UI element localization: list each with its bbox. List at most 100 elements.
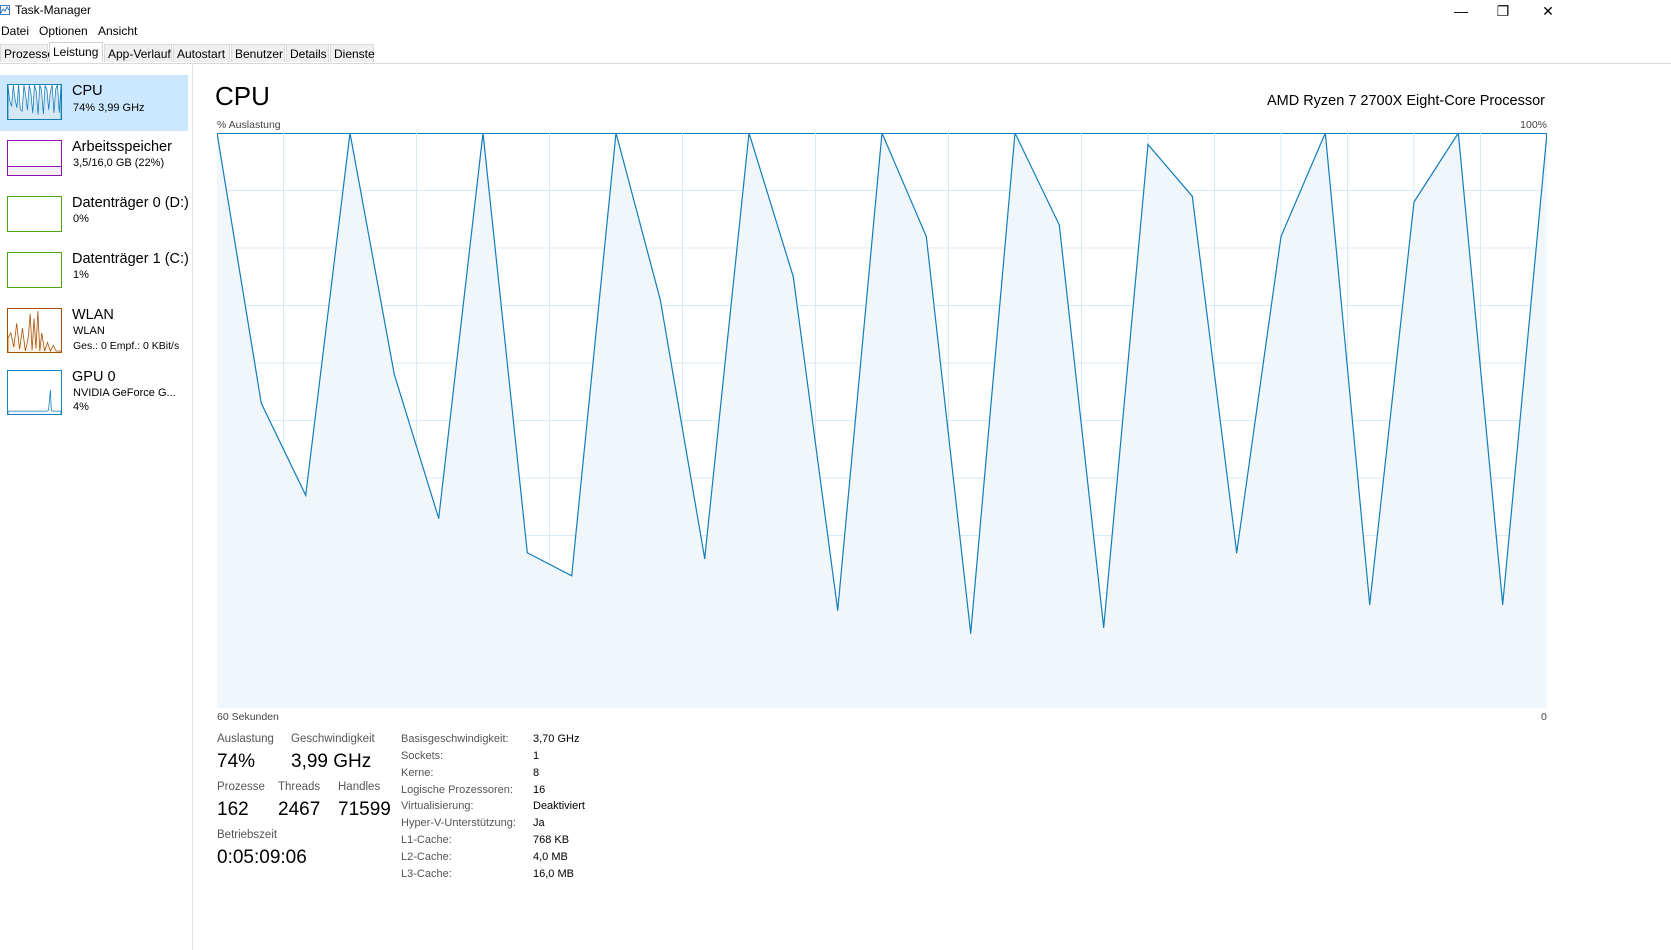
cpu-data-point bbox=[704, 557, 706, 560]
sidebar-item-wlan[interactable]: WLAN WLAN Ges.: 0 Empf.: 0 KBit/s bbox=[0, 300, 188, 362]
gpu-thumbnail-graph bbox=[7, 370, 62, 415]
sidebar-item-subtitle: 1% bbox=[73, 269, 89, 281]
sidebar-item-disk-0[interactable]: Datenträger 0 (D:) 0% bbox=[0, 188, 189, 244]
cpu-data-point bbox=[1413, 201, 1415, 203]
sidebar-item-gpu-0[interactable]: GPU 0 NVIDIA GeForce G... 4% bbox=[0, 362, 188, 422]
detail-value: 4,0 MB bbox=[533, 851, 568, 863]
sidebar-item-disk-1[interactable]: Datenträger 1 (C:) 1% bbox=[0, 244, 189, 300]
cpu-thumbnail-graph bbox=[7, 84, 62, 120]
graph-x-end-label: 0 bbox=[1541, 711, 1547, 723]
cpu-data-point bbox=[1280, 235, 1282, 238]
tab-benutzer[interactable]: Benutzer bbox=[231, 44, 285, 62]
detail-value: 8 bbox=[533, 767, 540, 779]
tab-dienste[interactable]: Dienste bbox=[330, 44, 375, 62]
cpu-data-point bbox=[1191, 195, 1193, 197]
wlan-thumbnail-graph bbox=[7, 308, 62, 353]
sidebar-item-utilization: 4% bbox=[73, 401, 89, 413]
sidebar-item-title: GPU 0 bbox=[72, 369, 116, 385]
tab-autostart[interactable]: Autostart bbox=[173, 44, 230, 62]
sidebar-item-subtitle: WLAN bbox=[73, 325, 105, 337]
sidebar-item-title: Arbeitsspeicher bbox=[72, 139, 172, 155]
cpu-data-point bbox=[1058, 224, 1060, 226]
task-manager-icon bbox=[0, 5, 10, 15]
utilization-value: 74% bbox=[217, 751, 256, 772]
close-button[interactable]: ✕ bbox=[1525, 0, 1571, 22]
minimize-button[interactable]: — bbox=[1438, 0, 1484, 22]
speed-label: Geschwindigkeit bbox=[291, 733, 375, 745]
detail-value: 768 KB bbox=[533, 834, 570, 846]
page-title: CPU bbox=[215, 81, 270, 111]
handles-value: 71599 bbox=[338, 799, 391, 820]
sidebar-item-memory[interactable]: Arbeitsspeicher 3,5/16,0 GB (22%) bbox=[0, 132, 188, 188]
uptime-label: Betriebszeit bbox=[217, 829, 278, 841]
memory-thumbnail-graph bbox=[7, 140, 62, 176]
graph-y-label: % Auslastung bbox=[217, 119, 281, 131]
detail-key: L2-Cache: bbox=[401, 851, 452, 863]
detail-key: Virtualisierung: bbox=[401, 800, 474, 812]
cpu-data-point bbox=[925, 235, 927, 238]
menu-ansicht[interactable]: Ansicht bbox=[98, 24, 137, 38]
detail-key: L1-Cache: bbox=[401, 834, 452, 846]
cpu-utilization-graph bbox=[217, 133, 1547, 708]
speed-value: 3,99 GHz bbox=[291, 751, 372, 772]
cpu-data-point bbox=[837, 609, 839, 611]
sidebar-item-subtitle: 0% bbox=[73, 213, 89, 225]
cpu-data-point bbox=[1369, 603, 1371, 606]
uptime-value: 0:05:09:06 bbox=[217, 847, 307, 868]
sidebar-item-cpu[interactable]: CPU 74% 3,99 GHz bbox=[0, 75, 188, 131]
detail-value: 16 bbox=[533, 784, 546, 796]
cpu-data-point bbox=[792, 276, 794, 278]
menu-optionen[interactable]: Optionen bbox=[39, 24, 88, 38]
sidebar-item-title: Datenträger 0 (D:) bbox=[72, 195, 189, 211]
detail-value: 16,0 MB bbox=[533, 868, 574, 880]
window-title: Task-Manager bbox=[15, 3, 92, 17]
menu-datei[interactable]: Datei bbox=[1, 24, 29, 38]
sidebar-item-title: Datenträger 1 (C:) bbox=[72, 251, 189, 267]
graph-y-max-label: 100% bbox=[1520, 119, 1547, 131]
cpu-data-point bbox=[393, 373, 395, 376]
processes-label: Prozesse bbox=[217, 781, 265, 793]
restore-button[interactable]: ❐ bbox=[1480, 0, 1526, 22]
sidebar-item-throughput: Ges.: 0 Empf.: 0 KBit/s bbox=[73, 340, 180, 352]
processor-name: AMD Ryzen 7 2700X Eight-Core Processor bbox=[1266, 93, 1545, 109]
detail-value: Ja bbox=[533, 817, 545, 829]
disk-1-thumbnail-graph bbox=[7, 252, 62, 288]
detail-key: Sockets: bbox=[401, 750, 444, 762]
cpu-data-point bbox=[1236, 552, 1238, 554]
sidebar-item-title: WLAN bbox=[72, 307, 114, 323]
cpu-data-point bbox=[260, 402, 262, 404]
graph-x-label: 60 Sekunden bbox=[217, 711, 279, 723]
detail-key: Hyper-V-Unterstützung: bbox=[401, 817, 516, 829]
tab-app-verlauf[interactable]: App-Verlauf bbox=[104, 44, 172, 62]
cpu-data-point bbox=[1502, 603, 1504, 606]
detail-key: Kerne: bbox=[401, 767, 434, 779]
cpu-data-point bbox=[571, 575, 573, 577]
tab-prozesse[interactable]: Prozesse bbox=[0, 44, 54, 62]
processes-value: 162 bbox=[217, 799, 249, 820]
utilization-label: Auslastung bbox=[217, 733, 274, 745]
detail-value: 1 bbox=[533, 750, 540, 762]
tab-details[interactable]: Details bbox=[286, 44, 329, 62]
performance-sidebar: CPU 74% 3,99 GHz Arbeitsspeicher 3,5/16,… bbox=[0, 64, 193, 950]
cpu-data-point bbox=[438, 517, 440, 519]
cpu-data-point bbox=[1103, 626, 1105, 629]
detail-key: Logische Prozessoren: bbox=[401, 784, 513, 796]
cpu-data-point bbox=[526, 552, 528, 554]
cpu-data-point bbox=[659, 299, 661, 301]
threads-value: 2467 bbox=[278, 799, 321, 820]
cpu-data-point bbox=[305, 494, 307, 496]
sidebar-item-subtitle: NVIDIA GeForce G... bbox=[73, 387, 176, 399]
disk-0-thumbnail-graph bbox=[7, 196, 62, 232]
title-bar: Task-Manager — ❐ ✕ bbox=[0, 0, 1671, 22]
detail-key: L3-Cache: bbox=[401, 868, 452, 880]
cpu-data-point bbox=[1147, 143, 1149, 146]
tab-leistung[interactable]: Leistung bbox=[49, 42, 103, 62]
threads-label: Threads bbox=[278, 781, 321, 793]
detail-value: Deaktiviert bbox=[533, 800, 585, 812]
sidebar-item-title: CPU bbox=[72, 83, 103, 99]
handles-label: Handles bbox=[338, 781, 381, 793]
tab-bar: Prozesse Leistung App-Verlauf Autostart … bbox=[0, 42, 1671, 64]
detail-value: 3,70 GHz bbox=[533, 733, 580, 745]
sidebar-item-subtitle: 3,5/16,0 GB (22%) bbox=[73, 157, 165, 169]
cpu-data-point bbox=[970, 632, 972, 634]
